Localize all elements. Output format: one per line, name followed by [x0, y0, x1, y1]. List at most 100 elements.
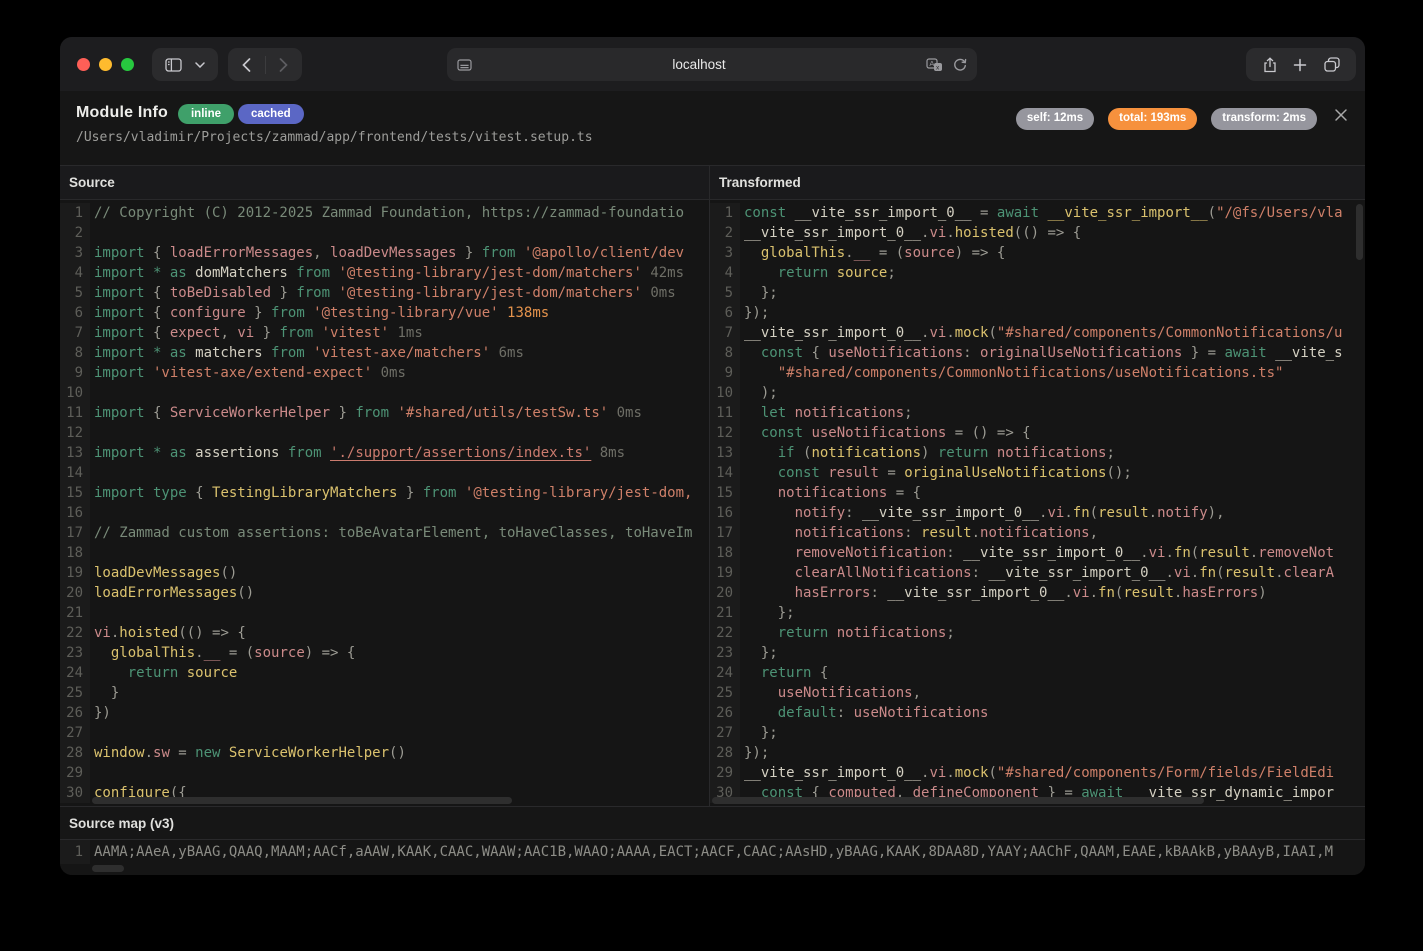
back-button[interactable] — [242, 58, 251, 72]
module-file-link[interactable]: './support/assertions/index.ts' — [330, 445, 591, 461]
code-token: removeNot — [1258, 545, 1334, 561]
code-token: }; — [744, 605, 795, 621]
code-token: fn — [1174, 545, 1191, 561]
code-token — [744, 685, 778, 701]
code-token: globalThis — [761, 245, 845, 261]
code-line: 23 globalThis.__ = (source) => { — [60, 643, 709, 663]
line-number: 25 — [60, 683, 90, 703]
sourcemap-area[interactable]: 1 AAMA;AAeA,yBAAG,QAAQ,MAAM;AACf,aAAW,KA… — [60, 840, 1365, 875]
line-number: 11 — [60, 403, 90, 423]
code-token: . — [1191, 565, 1199, 581]
code-token: . — [1090, 585, 1098, 601]
code-token: vi — [1174, 565, 1191, 581]
code-token: (() => { — [178, 625, 245, 641]
code-token: . — [145, 745, 153, 761]
code-token: . — [1140, 545, 1148, 561]
sidebar-button-group[interactable] — [152, 48, 218, 81]
code-token: return — [778, 625, 829, 641]
code-line: 18 removeNotification: __vite_ssr_import… — [710, 543, 1365, 563]
line-number: 24 — [710, 663, 740, 683]
translate-icon[interactable]: A x — [926, 58, 943, 72]
zoom-window-button[interactable] — [121, 58, 134, 71]
code-token: from — [355, 405, 389, 421]
transformed-horizontal-scrollbar[interactable] — [712, 797, 1204, 804]
code-token: // Zammad custom assertions: toBeAvatarE… — [94, 525, 692, 541]
code-token — [744, 425, 761, 441]
code-token: (); — [1106, 465, 1131, 481]
line-number: 1 — [710, 203, 740, 223]
code-line: 3 globalThis.__ = (source) => { — [710, 243, 1365, 263]
close-window-button[interactable] — [77, 58, 90, 71]
code-token: originalUseNotifications — [980, 345, 1182, 361]
line-number: 12 — [710, 423, 740, 443]
line-number: 23 — [60, 643, 90, 663]
new-tab-icon[interactable] — [1293, 58, 1307, 72]
code-token: loadDevMessages — [94, 565, 220, 581]
code-token: ( — [1191, 545, 1199, 561]
code-line: 27 — [60, 723, 709, 743]
code-token: originalUseNotifications — [904, 465, 1106, 481]
code-token: vi — [929, 225, 946, 241]
line-number: 28 — [60, 743, 90, 763]
code-token: { — [811, 665, 828, 681]
code-token: return — [761, 665, 812, 681]
code-token: 138ms — [499, 305, 550, 321]
code-token: const — [761, 425, 803, 441]
line-number: 10 — [60, 383, 90, 403]
minimize-window-button[interactable] — [99, 58, 112, 71]
code-token: source — [254, 645, 305, 661]
code-token: : — [972, 565, 989, 581]
window-actions-group — [1246, 48, 1356, 81]
code-token: ; — [904, 405, 912, 421]
reader-icon[interactable] — [457, 59, 472, 71]
close-icon[interactable] — [1332, 106, 1352, 126]
tab-overview-icon[interactable] — [1324, 57, 1340, 72]
code-token: import — [94, 405, 145, 421]
code-token: __ — [854, 245, 871, 261]
code-token — [744, 565, 795, 581]
transformed-code-area[interactable]: 1const __vite_ssr_import_0__ = await __v… — [710, 200, 1365, 806]
code-token: __vite_ssr_import_0__ — [963, 545, 1140, 561]
sourcemap-horizontal-scrollbar[interactable] — [92, 865, 124, 872]
module-info-header: Module Info inlinecached /Users/vladimir… — [60, 91, 1365, 166]
code-token: , — [313, 245, 330, 261]
divider — [265, 56, 266, 74]
transformed-panel-title: Transformed — [710, 166, 1365, 200]
svg-text:A: A — [929, 59, 934, 68]
source-code-area[interactable]: 1// Copyright (C) 2012-2025 Zammad Found… — [60, 200, 709, 806]
url-text: localhost — [472, 57, 926, 72]
code-token: } = — [1182, 345, 1224, 361]
code-token: new — [195, 745, 220, 761]
source-horizontal-scrollbar[interactable] — [92, 797, 512, 804]
code-token: clearA — [1284, 565, 1335, 581]
line-number: 25 — [710, 683, 740, 703]
code-token: = — [980, 205, 997, 221]
code-token: { — [145, 325, 170, 341]
code-line: 13import * as assertions from './support… — [60, 443, 709, 463]
code-token: result — [1098, 505, 1149, 521]
line-number: 19 — [60, 563, 90, 583]
code-token: }; — [744, 645, 778, 661]
sourcemap-line: 1 AAMA;AAeA,yBAAG,QAAQ,MAAM;AACf,aAAW,KA… — [60, 840, 1365, 864]
code-token: , — [220, 325, 237, 341]
code-token: ( — [1216, 565, 1224, 581]
code-token: : — [904, 525, 921, 541]
reload-icon[interactable] — [953, 58, 967, 72]
address-bar[interactable]: localhost A x — [447, 48, 977, 81]
code-line: 24 return source — [60, 663, 709, 683]
line-number: 22 — [710, 623, 740, 643]
code-line: 3import { loadErrorMessages, loadDevMess… — [60, 243, 709, 263]
code-token: . — [946, 765, 954, 781]
line-number: 3 — [710, 243, 740, 263]
module-badges: inlinecached — [178, 104, 308, 122]
code-line: 11 let notifications; — [710, 403, 1365, 423]
share-icon[interactable] — [1263, 57, 1277, 73]
line-number: 14 — [60, 463, 90, 483]
line-number: 11 — [710, 403, 740, 423]
code-token: vi — [1149, 545, 1166, 561]
transformed-vertical-scrollbar[interactable] — [1356, 204, 1363, 260]
chevron-down-icon — [195, 62, 205, 68]
line-number: 5 — [60, 283, 90, 303]
forward-button[interactable] — [279, 58, 288, 72]
code-token: notify — [1157, 505, 1208, 521]
